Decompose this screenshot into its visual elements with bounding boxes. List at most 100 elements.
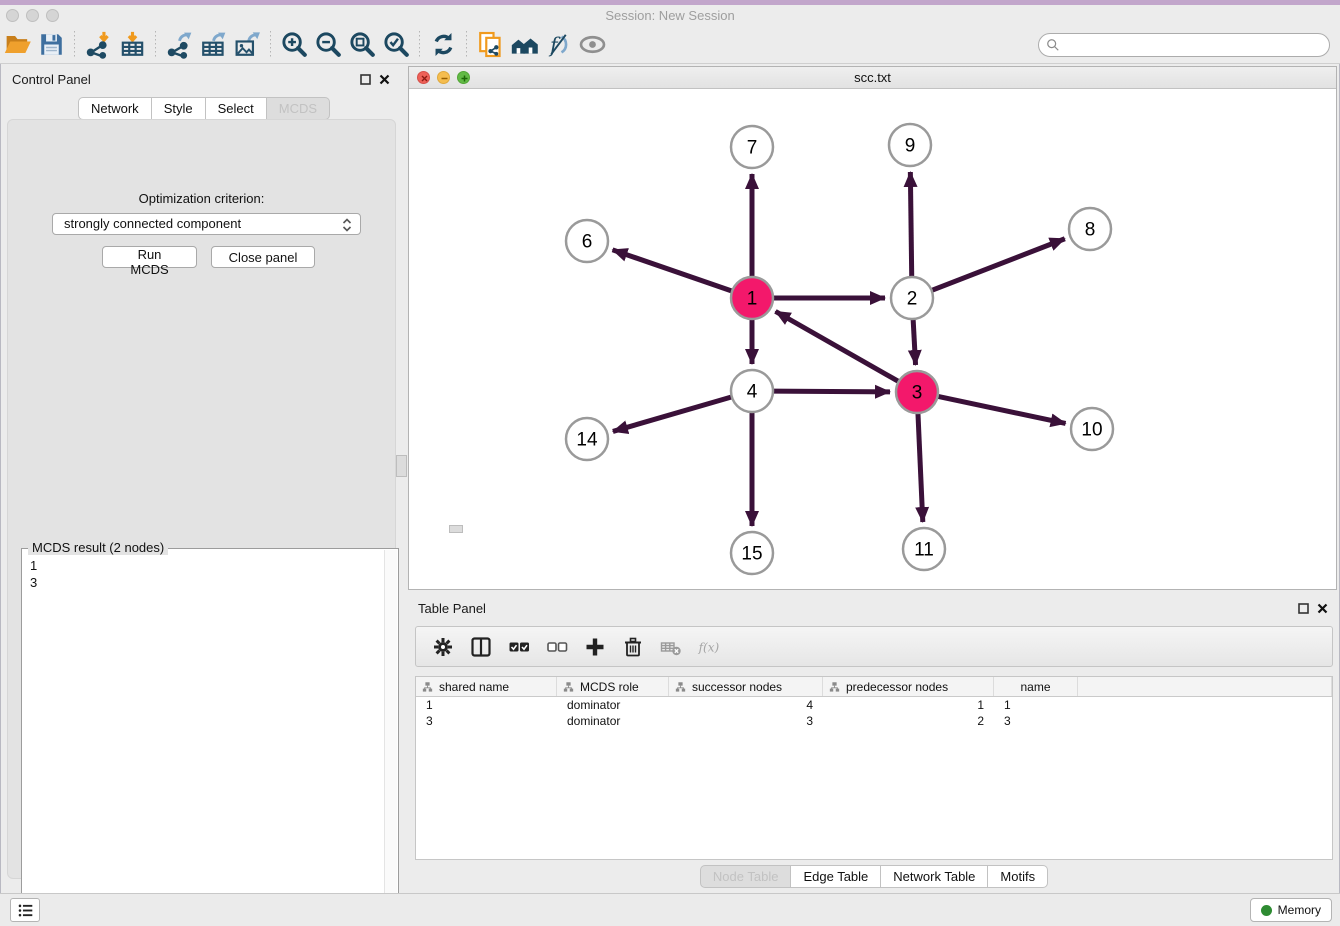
list-icon (17, 902, 34, 919)
tab-motifs[interactable]: Motifs (988, 865, 1048, 888)
column-header-label: name (1020, 680, 1050, 694)
table-cell[interactable]: 2 (823, 713, 994, 729)
table-cell[interactable]: dominator (557, 713, 669, 729)
chevron-up-down-icon (342, 217, 352, 233)
table-cell[interactable]: 3 (994, 713, 1078, 729)
node-label-11: 11 (914, 540, 934, 561)
edge-1-6[interactable] (613, 250, 733, 291)
table-cell[interactable]: 1 (994, 697, 1078, 713)
table-cell[interactable]: 3 (669, 713, 823, 729)
delete-column-button[interactable] (614, 630, 652, 664)
zoom-fit-button[interactable] (345, 28, 379, 62)
criterion-dropdown[interactable]: strongly connected component (52, 213, 361, 235)
save-session-button[interactable] (34, 28, 68, 62)
result-scrollbar[interactable] (384, 550, 397, 923)
node-label-8: 8 (1085, 220, 1096, 241)
refresh-view-button[interactable] (426, 28, 460, 62)
column-header-shared-name[interactable]: shared name (416, 677, 557, 696)
node-label-6: 6 (582, 232, 593, 253)
zoom-in-icon (280, 30, 309, 59)
network-view-window: scc.txt 7968124314101511 (408, 66, 1337, 590)
status-bar: Memory (0, 893, 1340, 926)
table-cell[interactable]: dominator (557, 697, 669, 713)
node-table[interactable]: shared name MCDS role successor nodes pr… (415, 676, 1333, 860)
apply-function-button[interactable]: f(x) (690, 630, 728, 664)
attribute-tree-icon (675, 681, 686, 692)
open-session-button[interactable] (0, 28, 34, 62)
tab-edge-table[interactable]: Edge Table (791, 865, 881, 888)
add-column-button[interactable] (576, 630, 614, 664)
column-header-label: MCDS role (580, 680, 639, 694)
table-settings-button[interactable] (424, 630, 462, 664)
import-network-button[interactable] (81, 28, 115, 62)
hide-function-button[interactable]: f (541, 28, 575, 62)
zoom-selected-icon (382, 30, 411, 59)
tab-node-table[interactable]: Node Table (700, 865, 792, 888)
edge-3-1[interactable] (775, 311, 898, 381)
edge-4-14[interactable] (613, 397, 732, 432)
edge-2-3[interactable] (913, 319, 915, 365)
import-table-icon (118, 30, 147, 59)
run-mcds-button[interactable]: Run MCDS (102, 246, 197, 268)
table-row[interactable]: 3dominator323 (416, 713, 1332, 729)
node-label-3: 3 (912, 383, 923, 404)
table-row[interactable]: 1dominator411 (416, 697, 1332, 713)
close-panel-button[interactable]: Close panel (211, 246, 315, 268)
zoom-selected-button[interactable] (379, 28, 413, 62)
import-table-button[interactable] (115, 28, 149, 62)
splitter-handle[interactable] (396, 455, 407, 477)
tab-select[interactable]: Select (206, 97, 267, 120)
table-cell[interactable]: 1 (823, 697, 994, 713)
column-header-successor-nodes[interactable]: successor nodes (669, 677, 823, 696)
eye-icon (578, 30, 607, 59)
show-all-networks-button[interactable] (507, 28, 541, 62)
node-label-2: 2 (907, 289, 918, 310)
close-panel-icon[interactable] (1317, 603, 1328, 614)
deselect-all-button[interactable] (538, 630, 576, 664)
edge-2-9[interactable] (910, 172, 911, 277)
tab-mcds[interactable]: MCDS (267, 97, 330, 120)
select-all-button[interactable] (500, 630, 538, 664)
edge-3-10[interactable] (938, 396, 1066, 423)
export-table-button[interactable] (196, 28, 230, 62)
zoom-out-button[interactable] (311, 28, 345, 62)
tab-network[interactable]: Network (78, 97, 152, 120)
table-cell[interactable]: 3 (416, 713, 557, 729)
svg-text:f(x): f(x) (698, 640, 720, 654)
mcds-result-text[interactable]: 1 3 (30, 557, 37, 591)
show-hide-graphics-button[interactable] (575, 28, 609, 62)
network-canvas[interactable]: 7968124314101511 (410, 89, 1336, 589)
export-network-button[interactable] (162, 28, 196, 62)
column-layout-button[interactable] (462, 630, 500, 664)
table-cell[interactable]: 1 (416, 697, 557, 713)
edge-3-11[interactable] (918, 413, 923, 522)
tab-style[interactable]: Style (152, 97, 206, 120)
network-window-titlebar[interactable]: scc.txt (409, 67, 1336, 89)
column-header-MCDS-role[interactable]: MCDS role (557, 677, 669, 696)
toolbar-separator (270, 31, 271, 59)
float-panel-icon[interactable] (360, 74, 371, 85)
zoom-in-button[interactable] (277, 28, 311, 62)
export-image-button[interactable] (230, 28, 264, 62)
edge-2-8[interactable] (932, 239, 1065, 291)
node-label-10: 10 (1081, 420, 1102, 441)
float-panel-icon[interactable] (1298, 603, 1309, 614)
column-header-label: shared name (439, 680, 509, 694)
close-panel-icon[interactable] (379, 74, 390, 85)
toolbar-separator (466, 31, 467, 59)
horizontal-splitter-handle[interactable] (449, 525, 463, 533)
attribute-tree-icon (422, 681, 433, 692)
copy-style-icon (476, 30, 505, 59)
column-header-predecessor-nodes[interactable]: predecessor nodes (823, 677, 994, 696)
edge-4-3[interactable] (773, 391, 890, 392)
delete-table-button[interactable] (652, 630, 690, 664)
tab-network-table[interactable]: Network Table (881, 865, 988, 888)
copy-style-button[interactable] (473, 28, 507, 62)
control-panel-title: Control Panel (12, 72, 91, 87)
table-cell[interactable]: 4 (669, 697, 823, 713)
memory-button[interactable]: Memory (1250, 898, 1332, 922)
toolbar-separator (74, 31, 75, 59)
search-input[interactable] (1038, 33, 1330, 57)
task-history-button[interactable] (10, 898, 40, 922)
column-header-name[interactable]: name (994, 677, 1078, 696)
